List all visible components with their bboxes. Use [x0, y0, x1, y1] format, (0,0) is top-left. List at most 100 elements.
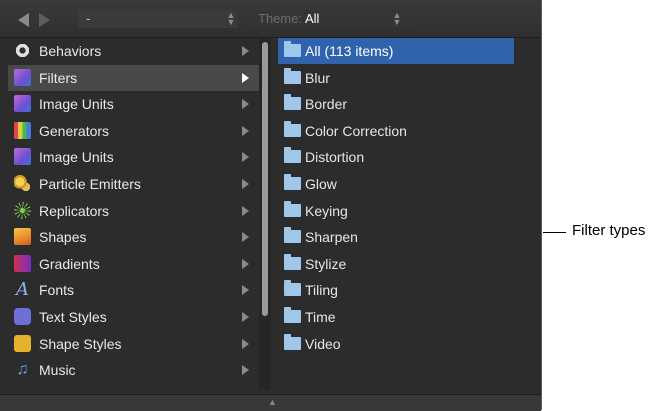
folder-icon — [284, 227, 301, 244]
scrollbar-thumb[interactable] — [262, 42, 268, 316]
category-item[interactable]: Shapes — [8, 224, 260, 250]
folder-icon — [284, 147, 301, 164]
generators-icon — [14, 121, 31, 139]
disclosure-arrow-icon[interactable] — [242, 72, 249, 83]
category-label: Fonts — [39, 282, 75, 299]
disclosure-arrow-icon[interactable] — [242, 205, 249, 216]
category-item[interactable]: Shape Styles — [8, 331, 260, 357]
path-popup-value: - — [86, 11, 91, 26]
disclosure-arrow-icon[interactable] — [242, 99, 249, 110]
folder-icon — [284, 307, 301, 323]
text-styles-icon — [14, 308, 31, 325]
folder-label: Stylize — [305, 255, 347, 272]
theme-label: Theme: — [258, 11, 303, 26]
particle-emitters-icon — [14, 175, 31, 192]
theme-popup[interactable]: Theme: All — [250, 10, 410, 28]
folder-item[interactable]: All (113 items) — [278, 38, 514, 64]
bottom-bar: ▲ — [0, 394, 541, 411]
folder-label: Distortion — [305, 149, 365, 166]
disclosure-arrow-icon[interactable] — [242, 232, 249, 243]
folder-item[interactable]: Color Correction — [278, 118, 514, 144]
shape-styles-icon — [14, 334, 31, 352]
disclosure-arrow-icon[interactable] — [242, 258, 249, 269]
path-popup[interactable]: - — [78, 10, 238, 28]
replicators-icon — [14, 201, 31, 219]
theme-value: All — [304, 11, 320, 26]
folder-icon — [284, 200, 301, 217]
folder-icon — [284, 120, 301, 137]
folder-label: Video — [305, 335, 341, 352]
disclosure-arrow-icon[interactable] — [242, 312, 249, 322]
folder-label: Border — [305, 96, 348, 113]
folder-item[interactable]: Distortion — [278, 144, 514, 170]
folder-item[interactable]: Video — [278, 331, 514, 357]
folder-icon — [284, 94, 301, 111]
folder-label: Blur — [305, 69, 330, 86]
folder-icon — [284, 253, 301, 270]
disclosure-arrow-icon[interactable] — [242, 179, 249, 189]
folder-item[interactable]: Glow — [278, 171, 514, 197]
folder-item[interactable]: Sharpen — [278, 224, 514, 250]
category-item[interactable]: Filters — [8, 64, 260, 91]
disclosure-arrow-icon[interactable] — [242, 365, 249, 376]
category-item[interactable]: Replicators — [8, 198, 260, 224]
folder-item[interactable]: Stylize — [278, 251, 514, 277]
folder-item[interactable]: Tiling — [278, 277, 514, 303]
folder-item[interactable]: Blur — [278, 65, 514, 91]
filters-icon — [14, 68, 31, 86]
category-label: Music — [39, 362, 76, 379]
category-item[interactable]: Gradients — [8, 251, 260, 277]
path-stepper-icon[interactable]: ▲ ▼ — [226, 11, 236, 27]
folder-label: Sharpen — [305, 229, 358, 246]
category-item[interactable]: Generators — [8, 118, 260, 144]
image-units-icon — [14, 95, 31, 113]
category-label: Behaviors — [39, 43, 102, 59]
folder-item[interactable]: Border — [278, 91, 514, 117]
fonts-icon: A — [16, 279, 29, 301]
disclosure-arrow-icon[interactable] — [242, 125, 249, 136]
folder-label: Glow — [305, 176, 337, 192]
shapes-icon — [14, 228, 31, 246]
disclosure-arrow-icon[interactable] — [242, 285, 249, 296]
folder-icon — [284, 41, 301, 57]
category-label: Text Styles — [39, 309, 107, 325]
gear-icon — [14, 42, 31, 59]
folder-label: All (113 items) — [305, 43, 394, 59]
callout-label: Filter types — [572, 222, 646, 239]
disclosure-arrow-icon[interactable] — [242, 46, 249, 56]
image-units-icon — [14, 148, 31, 166]
folder-icon — [284, 280, 301, 297]
callout-line — [543, 232, 566, 233]
category-label: Particle Emitters — [39, 176, 141, 192]
category-label: Shape Styles — [39, 335, 122, 352]
category-item[interactable]: A Fonts — [8, 277, 260, 303]
category-label: Filters — [39, 69, 78, 86]
library-browser: - ▲ ▼ Theme: All ▲ ▼ Behaviors Filters Image… — [0, 0, 542, 411]
back-arrow-icon[interactable] — [18, 13, 29, 27]
folder-icon — [284, 333, 301, 350]
category-item[interactable]: Text Styles — [8, 304, 260, 330]
folder-icon — [284, 67, 301, 84]
disclosure-arrow-icon[interactable] — [242, 152, 249, 163]
folder-item[interactable]: Keying — [278, 198, 514, 224]
gradients-icon — [14, 254, 31, 272]
forward-arrow-icon[interactable] — [39, 13, 50, 27]
category-item[interactable]: ♫ Music — [8, 357, 260, 383]
category-label: Shapes — [39, 229, 87, 246]
category-item[interactable]: Behaviors — [8, 38, 260, 64]
category-item[interactable]: Particle Emitters — [8, 171, 260, 197]
category-item[interactable]: Image Units — [8, 144, 260, 170]
folder-icon — [284, 174, 301, 190]
folder-label: Keying — [305, 202, 348, 219]
category-item[interactable]: Image Units — [8, 91, 260, 117]
folder-label: Tiling — [305, 282, 338, 299]
disclosure-arrow-icon[interactable] — [242, 338, 249, 349]
folder-item[interactable]: Time — [278, 304, 514, 330]
theme-stepper-icon[interactable]: ▲ ▼ — [392, 11, 402, 27]
resize-grip-icon[interactable]: ▲ — [268, 397, 277, 407]
music-icon: ♫ — [16, 361, 29, 379]
category-label: Gradients — [39, 255, 100, 272]
toolbar: - ▲ ▼ Theme: All ▲ ▼ — [0, 0, 541, 38]
category-label: Replicators — [39, 202, 110, 219]
category-label: Image Units — [39, 149, 114, 166]
